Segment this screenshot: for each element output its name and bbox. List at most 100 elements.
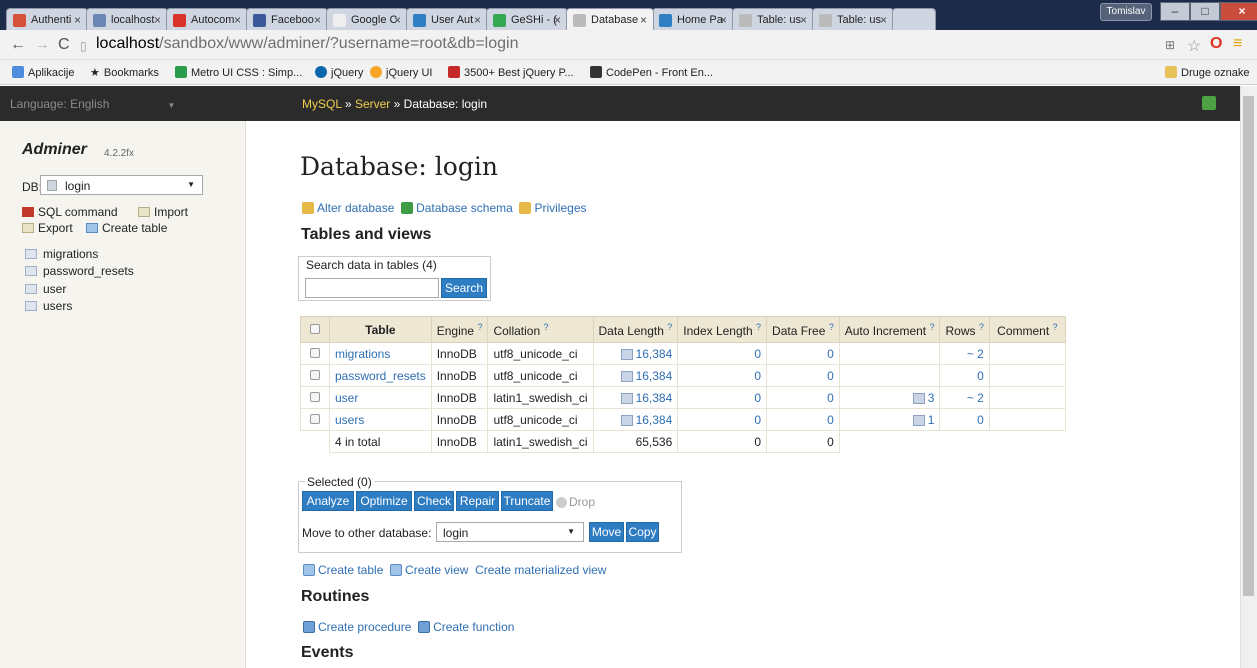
privileges-link[interactable]: Privileges: [534, 201, 586, 215]
sidebar-table-users[interactable]: users: [25, 299, 72, 313]
create-procedure-link[interactable]: Create procedure: [318, 620, 411, 634]
optimize-button[interactable]: Optimize: [356, 491, 412, 511]
truncate-button[interactable]: Truncate: [501, 491, 553, 511]
row-checkbox[interactable]: [310, 391, 320, 402]
close-icon[interactable]: ×: [640, 13, 647, 27]
forward-icon[interactable]: →: [34, 36, 50, 54]
help-icon[interactable]: ?: [756, 322, 761, 332]
close-icon[interactable]: ×: [720, 13, 727, 27]
close-icon[interactable]: ×: [74, 13, 81, 27]
col-comment[interactable]: Comment ?: [988, 316, 1066, 343]
move-database-select[interactable]: login ▼: [436, 522, 584, 542]
col-rows[interactable]: Rows ?: [939, 316, 990, 343]
help-icon[interactable]: ?: [979, 322, 984, 332]
move-button[interactable]: Move: [589, 522, 624, 542]
rows-link[interactable]: ~ 2: [967, 391, 984, 405]
index-length-link[interactable]: 0: [754, 347, 761, 361]
database-schema-link[interactable]: Database schema: [416, 201, 513, 215]
sidebar-table-password-resets[interactable]: password_resets: [25, 264, 134, 278]
repair-button[interactable]: Repair: [456, 491, 499, 511]
close-icon[interactable]: ×: [234, 13, 241, 27]
address-bar[interactable]: localhost/sandbox/www/adminer/?username=…: [96, 35, 518, 53]
col-data-length[interactable]: Data Length ?: [592, 316, 679, 343]
close-window-icon[interactable]: ×: [1220, 2, 1257, 21]
new-tab-button[interactable]: [892, 8, 936, 30]
table-name-link[interactable]: migrations: [335, 347, 390, 361]
reload-icon[interactable]: C: [58, 36, 70, 54]
bookmark-jquery-plugins[interactable]: 3500+ Best jQuery P...: [448, 66, 574, 79]
import-link[interactable]: Import: [138, 205, 188, 219]
opera-icon[interactable]: O: [1210, 35, 1222, 53]
bookmark-other[interactable]: Druge oznake: [1165, 66, 1250, 79]
export-link[interactable]: Export: [22, 221, 73, 235]
create-table-link[interactable]: Create table: [86, 221, 167, 235]
sidebar-table-migrations[interactable]: migrations: [25, 247, 98, 261]
scrollbar-thumb[interactable]: [1243, 96, 1254, 596]
database-select[interactable]: login ▼: [40, 175, 203, 195]
browser-tab[interactable]: Authenti ×: [6, 8, 88, 30]
back-icon[interactable]: ←: [10, 36, 26, 54]
drop-button[interactable]: Drop: [556, 495, 595, 509]
menu-icon[interactable]: ≡: [1233, 35, 1242, 53]
rows-link[interactable]: 0: [977, 369, 984, 383]
rows-link[interactable]: ~ 2: [967, 347, 984, 361]
browser-tab[interactable]: Faceboo ×: [246, 8, 328, 30]
data-free-link[interactable]: 0: [827, 347, 834, 361]
row-checkbox[interactable]: [310, 369, 320, 380]
create-function-link[interactable]: Create function: [433, 620, 514, 634]
bookmark-apps[interactable]: Aplikacije: [12, 66, 74, 79]
auto-increment-link[interactable]: 1: [912, 413, 934, 427]
col-table[interactable]: Table: [329, 316, 432, 343]
crumb-mysql[interactable]: MySQL: [302, 97, 342, 111]
crumb-server[interactable]: Server: [355, 97, 390, 111]
analyze-button[interactable]: Analyze: [302, 491, 354, 511]
row-checkbox[interactable]: [310, 347, 320, 358]
search-button[interactable]: Search: [441, 278, 487, 298]
browser-tab[interactable]: GeSHi - (×: [486, 8, 568, 30]
data-length-link[interactable]: 16,384: [620, 413, 672, 427]
data-length-link[interactable]: 16,384: [620, 391, 672, 405]
minimize-icon[interactable]: –: [1160, 2, 1190, 21]
bookmark-metro-ui[interactable]: Metro UI CSS : Simp...: [175, 66, 302, 79]
browser-tab[interactable]: User Aut ×: [406, 8, 488, 30]
help-icon[interactable]: ?: [929, 322, 934, 332]
close-icon[interactable]: ×: [394, 13, 401, 27]
browser-tab[interactable]: Google C ×: [326, 8, 408, 30]
sidebar-table-user[interactable]: user: [25, 282, 66, 296]
col-data-free[interactable]: Data Free ?: [766, 316, 840, 343]
help-icon[interactable]: ?: [667, 322, 672, 332]
data-free-link[interactable]: 0: [827, 391, 834, 405]
data-free-link[interactable]: 0: [827, 369, 834, 383]
copy-button[interactable]: Copy: [626, 522, 659, 542]
close-icon[interactable]: ×: [880, 13, 887, 27]
data-length-link[interactable]: 16,384: [620, 347, 672, 361]
help-icon[interactable]: ?: [477, 322, 482, 332]
search-input[interactable]: [305, 278, 439, 298]
select-all-checkbox[interactable]: [310, 323, 320, 334]
data-length-link[interactable]: 16,384: [620, 369, 672, 383]
browser-tab[interactable]: Table: us ×: [812, 8, 894, 30]
col-engine[interactable]: Engine ?: [430, 316, 489, 343]
bookmark-bookmarks[interactable]: ★ Bookmarks: [90, 66, 159, 79]
col-auto-increment[interactable]: Auto Increment ?: [838, 316, 941, 343]
logout-icon[interactable]: [1202, 96, 1216, 110]
auto-increment-link[interactable]: 3: [912, 391, 934, 405]
browser-tab-active[interactable]: Database ×: [566, 8, 654, 30]
profile-badge[interactable]: Tomislav: [1100, 3, 1152, 21]
bookmark-star-icon[interactable]: ☆: [1187, 36, 1201, 56]
adminer-logo[interactable]: Adminer: [22, 141, 87, 159]
col-index-length[interactable]: Index Length ?: [677, 316, 768, 343]
table-name-link[interactable]: user: [335, 391, 358, 405]
create-table-link[interactable]: Create table: [318, 563, 383, 577]
browser-tab[interactable]: localhost ×: [86, 8, 168, 30]
close-icon[interactable]: ×: [800, 13, 807, 27]
rows-link[interactable]: 0: [977, 413, 984, 427]
bookmark-jquery-ui[interactable]: jQuery UI: [370, 66, 432, 79]
check-button[interactable]: Check: [414, 491, 454, 511]
bookmark-jquery[interactable]: jQuery: [315, 66, 363, 79]
help-icon[interactable]: ?: [1053, 322, 1058, 332]
translate-icon[interactable]: ⊞: [1165, 38, 1175, 52]
sql-command-link[interactable]: SQL command: [22, 205, 118, 219]
index-length-link[interactable]: 0: [754, 391, 761, 405]
help-icon[interactable]: ?: [544, 322, 549, 332]
